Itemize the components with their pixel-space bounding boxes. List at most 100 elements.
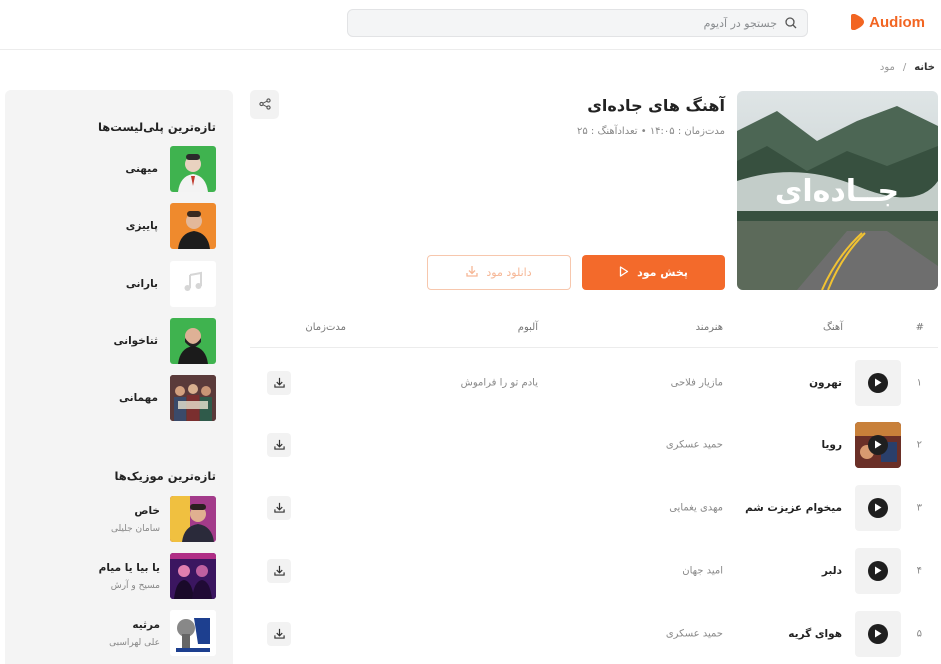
playlist-label: ثناخوانی: [113, 335, 159, 347]
track-artist[interactable]: مهدی یغمایی: [669, 502, 723, 513]
download-icon: [273, 498, 285, 517]
search-input[interactable]: [377, 16, 777, 30]
track-thumb[interactable]: [855, 359, 901, 406]
music-cover: [170, 553, 216, 599]
playlist-label: میهنی: [125, 163, 158, 175]
play-track-button[interactable]: [868, 497, 888, 518]
playlist-item-mehmani[interactable]: مهمانی: [26, 375, 216, 421]
row-number: ۵: [916, 628, 922, 639]
track-thumb[interactable]: [855, 484, 901, 531]
breadcrumb: خانه / مود: [880, 62, 935, 73]
row-number: ۴: [916, 565, 922, 576]
playlist-cover: [170, 203, 216, 249]
col-header-album: آلبوم: [517, 322, 538, 333]
mood-title: آهنگ های جاده‌ای: [587, 96, 725, 115]
row-number: ۳: [916, 502, 922, 513]
track-thumb[interactable]: [855, 610, 901, 657]
music-title: خاص: [134, 504, 160, 517]
table-row[interactable]: ۵ هوای گریه حمید عسکری: [250, 602, 938, 664]
playlist-item-barani[interactable]: بارانی: [26, 261, 216, 307]
download-icon: [273, 373, 285, 392]
play-icon: [619, 265, 629, 280]
playlist-label: پاییزی: [125, 220, 158, 232]
track-download-button[interactable]: [267, 621, 291, 646]
cover-text: جــاده‌ای: [775, 174, 899, 209]
track-download-button[interactable]: [267, 495, 291, 520]
table-row[interactable]: ۲ رویا حمید عسکری: [250, 413, 938, 476]
track-artist[interactable]: حمید عسکری: [666, 628, 723, 639]
track-title[interactable]: تهرون: [809, 377, 842, 389]
playlist-label: مهمانی: [119, 392, 158, 404]
play-mood-button[interactable]: پخش مود: [582, 255, 725, 290]
playlist-item-sanakhani[interactable]: ثناخوانی: [26, 318, 216, 364]
track-title[interactable]: رویا: [822, 439, 842, 451]
top-header: Audiom: [0, 0, 941, 50]
table-row[interactable]: ۳ میخوام عزیزت شم مهدی یغمایی: [250, 476, 938, 539]
track-title[interactable]: میخوام عزیزت شم: [745, 502, 842, 514]
playlist-label: بارانی: [125, 278, 158, 290]
music-item-marsie[interactable]: مرثیه علی لهراسبی: [16, 610, 216, 656]
track-album[interactable]: یادم تو را فراموش: [461, 377, 538, 388]
music-title: یا بیا یا میام: [98, 561, 160, 574]
download-mood-button[interactable]: دانلود مود: [427, 255, 571, 290]
playlist-cover: [170, 261, 216, 307]
track-download-button[interactable]: [267, 370, 291, 395]
search-bar[interactable]: [347, 9, 808, 37]
mood-meta: مدت‌زمان : ۱۴:۰۵ • تعدادآهنگ : ۲۵: [576, 126, 725, 137]
playlist-item-mihani[interactable]: میهنی: [26, 146, 216, 192]
music-item-khas[interactable]: خاص سامان جلیلی: [16, 496, 216, 542]
download-mood-label: دانلود مود: [486, 266, 532, 279]
track-title[interactable]: هوای گریه: [788, 628, 842, 640]
track-title[interactable]: دلبر: [822, 565, 842, 577]
play-track-button[interactable]: [868, 372, 888, 393]
music-note-icon: [182, 271, 204, 297]
play-track-button[interactable]: [868, 560, 888, 581]
row-number: ۲: [916, 439, 922, 450]
col-header-song: آهنگ: [822, 322, 843, 333]
download-icon: [273, 624, 285, 643]
table-row[interactable]: ۱ تهرون مازیار فلاحی یادم تو را فراموش: [250, 351, 938, 414]
download-icon: [273, 561, 285, 580]
music-cover: [170, 610, 216, 656]
music-item-ya-bia[interactable]: یا بیا یا میام مسیح و آرش: [16, 553, 216, 599]
track-artist[interactable]: امید جهان: [682, 565, 723, 576]
track-artist[interactable]: مازیار فلاحی: [671, 377, 723, 388]
table-row[interactable]: ۴ دلبر امید جهان: [250, 539, 938, 602]
track-thumb[interactable]: [855, 421, 901, 468]
share-button[interactable]: [250, 90, 279, 119]
playlist-cover: [170, 318, 216, 364]
sidebar: تازه‌ترین پلی‌لیست‌ها میهنی پاییزی باران…: [5, 90, 233, 664]
music-artist: مسیح و آرش: [110, 580, 160, 591]
play-track-button[interactable]: [868, 434, 888, 455]
download-icon: [466, 265, 479, 280]
latest-music-title: تازه‌ترین موزیک‌ها: [114, 469, 216, 483]
play-mood-label: پخش مود: [637, 266, 688, 279]
track-download-button[interactable]: [267, 432, 291, 457]
row-number: ۱: [916, 377, 922, 388]
breadcrumb-home[interactable]: خانه: [914, 62, 935, 73]
audiom-logo-icon: [851, 13, 865, 31]
playlist-item-paeizi[interactable]: پاییزی: [26, 203, 216, 249]
brand-name: Audiom: [869, 13, 925, 31]
col-header-duration: مدت‌زمان: [305, 322, 346, 333]
col-header-num: #: [915, 322, 924, 333]
table-divider: [250, 347, 938, 348]
music-cover: [170, 496, 216, 542]
download-icon: [273, 435, 285, 454]
play-track-button[interactable]: [868, 623, 888, 644]
track-artist[interactable]: حمید عسکری: [666, 439, 723, 450]
track-download-button[interactable]: [267, 558, 291, 583]
search-icon[interactable]: [785, 14, 797, 33]
playlist-cover: [170, 375, 216, 421]
latest-playlists-title: تازه‌ترین پلی‌لیست‌ها: [97, 120, 216, 134]
music-title: مرثیه: [132, 618, 160, 631]
breadcrumb-current[interactable]: مود: [880, 62, 895, 73]
col-header-artist: هنرمند: [695, 322, 723, 333]
mood-cover: جــاده‌ای: [737, 91, 938, 290]
music-artist: سامان جلیلی: [110, 523, 160, 534]
track-thumb[interactable]: [855, 547, 901, 594]
music-artist: علی لهراسبی: [109, 637, 160, 648]
share-icon: [258, 95, 271, 114]
audiom-logo[interactable]: Audiom: [851, 13, 925, 31]
playlist-cover: [170, 146, 216, 192]
